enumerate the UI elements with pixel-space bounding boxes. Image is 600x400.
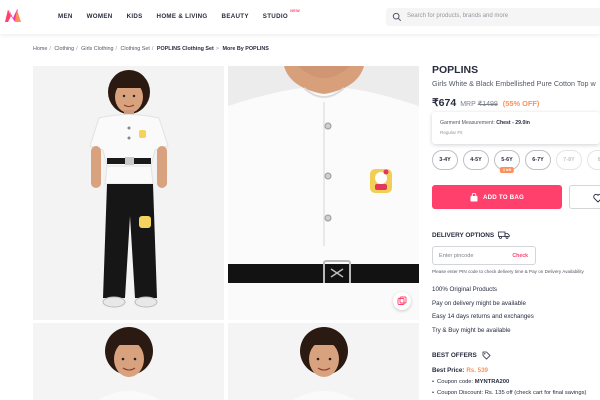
product-image-4[interactable] — [228, 323, 419, 400]
feature-item: Easy 14 days returns and exchanges — [432, 313, 534, 320]
feature-item: Pay on delivery might be available — [432, 299, 526, 307]
offer-list: Coupon code: MYNTRA200 Coupon Discount: … — [432, 379, 586, 400]
feature-item: Try & Buy might be available — [432, 326, 511, 334]
breadcrumb-home[interactable]: Home — [33, 46, 47, 52]
best-price: Best Price: Rs. 539 — [432, 367, 488, 374]
coupon-code: MYNTRA200 — [474, 379, 510, 385]
breadcrumb: Home / Clothing / Girls Clothing / Clothing… — [33, 46, 269, 52]
truck-icon — [498, 231, 510, 239]
pincode-input[interactable]: Enter pincode — [439, 253, 474, 259]
search-icon — [392, 12, 402, 22]
nav-women[interactable]: WOMEN — [87, 13, 113, 20]
size-option-unavailable: 7-8Y — [556, 150, 582, 170]
selling-price: ₹674 — [432, 97, 457, 109]
check-pincode-button[interactable]: Check — [512, 253, 528, 259]
view-similar-button[interactable] — [393, 292, 411, 310]
product-image-1[interactable] — [33, 66, 224, 320]
add-to-bag-button[interactable]: ADD TO BAG — [432, 185, 562, 209]
heart-icon — [593, 193, 600, 203]
size-option[interactable]: 6-7Y — [525, 150, 551, 170]
fit-type: Regular Fit — [440, 130, 463, 135]
nav-kids[interactable]: KIDS — [127, 13, 143, 20]
nav-beauty[interactable]: BEAUTY — [222, 13, 249, 20]
product-name: Girls White & Black Embellished Pure Cot… — [432, 79, 596, 88]
mrp-label: MRP — [460, 101, 476, 108]
price-row: ₹674 MRP ₹1499 (55% OFF) — [432, 97, 539, 109]
discount-badge: (55% OFF) — [502, 99, 540, 108]
bag-icon — [470, 192, 478, 201]
nav-studio[interactable]: STUDIO NEW — [263, 9, 300, 20]
breadcrumb-more-by[interactable]: More By POPLINS — [222, 46, 268, 52]
offer-item: Coupon Discount: Rs. 135 off (check cart… — [432, 390, 586, 400]
product-features-list: 100% Original Products Pay on delivery m… — [432, 286, 534, 340]
nav-home-living[interactable]: HOME & LIVING — [157, 13, 208, 20]
size-option[interactable]: 5-6Y 4 left — [494, 150, 520, 173]
size-selector: 3-4Y 4-5Y 5-6Y4 left 6-7Y 7-8Y 8- — [432, 150, 600, 173]
search-input[interactable]: Search for products, brands and more — [407, 13, 508, 19]
size-option-unavailable: 8- — [587, 150, 600, 170]
measurement-value: Chest - 29.0in — [496, 120, 530, 126]
breadcrumb-clothing-set[interactable]: Clothing Set — [121, 46, 150, 52]
product-brand[interactable]: POPLINS — [432, 64, 478, 76]
nav-men[interactable]: MEN — [58, 13, 73, 20]
best-offers-heading: BEST OFFERS — [432, 351, 491, 360]
myntra-logo-icon[interactable] — [4, 8, 22, 23]
main-nav: MEN WOMEN KIDS HOME & LIVING BEAUTY STUD… — [58, 9, 302, 20]
breadcrumb-brand-set[interactable]: POPLINS Clothing Set — [157, 46, 214, 52]
wishlist-button[interactable] — [569, 185, 600, 209]
search-bar[interactable]: Search for products, brands and more — [386, 8, 600, 26]
mrp-value: ₹1499 — [477, 101, 498, 108]
best-price-value: Rs. 539 — [466, 367, 488, 374]
offer-item: Coupon code: MYNTRA200 — [432, 379, 586, 390]
stock-left-tag: 4 left — [499, 167, 515, 173]
top-header: MEN WOMEN KIDS HOME & LIVING BEAUTY STUD… — [0, 0, 600, 34]
garment-measurement-card: Garment Measurement: Chest - 29.0in Regu… — [432, 112, 600, 144]
product-image-3[interactable] — [33, 323, 224, 400]
size-option[interactable]: 4-5Y — [463, 150, 489, 170]
breadcrumb-clothing[interactable]: Clothing — [54, 46, 74, 52]
view-similar-icon — [397, 296, 407, 305]
size-option[interactable]: 3-4Y — [432, 150, 458, 170]
pincode-field[interactable]: Enter pincode Check — [432, 246, 536, 265]
new-badge: NEW — [290, 9, 300, 13]
pincode-help-text: Please enter PIN code to check delivery … — [432, 269, 584, 274]
feature-item: 100% Original Products — [432, 286, 498, 293]
tag-icon — [482, 351, 491, 360]
product-image-2[interactable] — [228, 66, 419, 320]
breadcrumb-girls-clothing[interactable]: Girls Clothing — [81, 46, 113, 52]
measurement-label: Garment Measurement: — [440, 120, 495, 126]
delivery-options-heading: DELIVERY OPTIONS — [432, 231, 510, 239]
